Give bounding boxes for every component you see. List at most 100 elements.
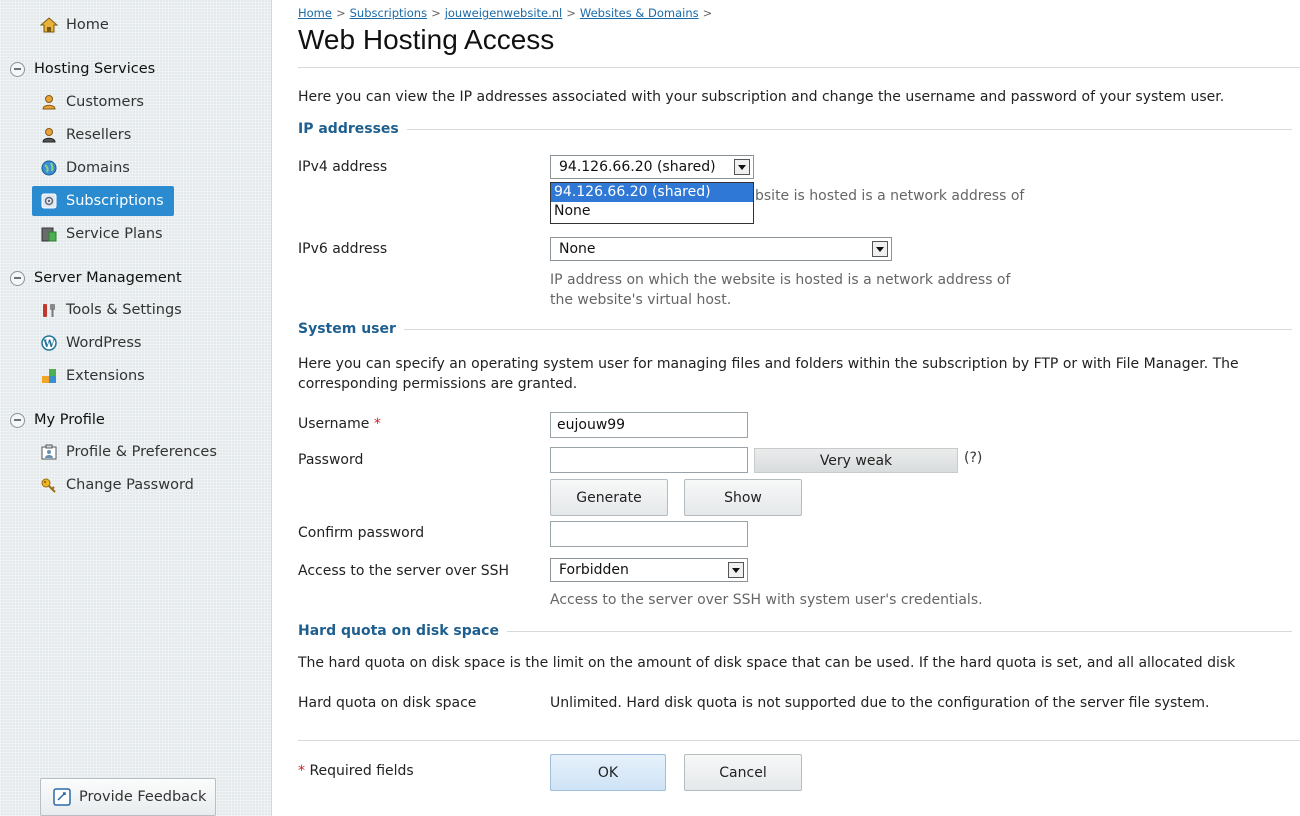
extensions-icon <box>40 367 58 385</box>
password-strength-label: Very weak <box>819 452 893 469</box>
section-hard-quota: Hard quota on disk space <box>298 623 1292 639</box>
sidebar-item-home[interactable]: Home <box>40 10 109 40</box>
breadcrumb-separator: > <box>335 6 346 20</box>
show-label: Show <box>724 489 762 506</box>
sidebar-item-label: Resellers <box>66 127 132 143</box>
sidebar-item-tools[interactable]: Tools & Settings <box>40 295 182 325</box>
confirm-password-label: Confirm password <box>298 525 425 541</box>
required-mark: * <box>298 763 305 779</box>
ssh-access-select[interactable]: Forbidden <box>550 558 748 582</box>
ipv4-selected-value: 94.126.66.20 (shared) <box>559 159 716 175</box>
sidebar-item-label: Customers <box>66 94 144 110</box>
ok-label: OK <box>597 764 619 781</box>
provide-feedback-button[interactable]: Provide Feedback <box>40 778 216 816</box>
chevron-down-icon[interactable] <box>872 241 888 257</box>
section-system-user: System user <box>298 321 1292 337</box>
section-divider <box>406 128 1292 130</box>
ipv6-hint-line-1: IP address on which the website is hoste… <box>550 272 1011 288</box>
section-title: Hard quota on disk space <box>298 623 499 639</box>
subscriptions-icon <box>40 192 58 210</box>
main-content: Home > Subscriptions > jouweigenwebsite.nl > W… <box>272 0 1300 816</box>
ok-button[interactable]: OK <box>550 754 666 791</box>
ipv6-hint-line-2: the website's virtual host. <box>550 292 732 308</box>
breadcrumb-subscriptions[interactable]: Subscriptions <box>350 6 427 20</box>
breadcrumb-site[interactable]: jouweigenwebsite.nl <box>445 6 563 20</box>
sidebar-item-label: WordPress <box>66 335 142 351</box>
footer-divider <box>298 740 1300 741</box>
breadcrumb: Home > Subscriptions > jouweigenwebsite.nl > W… <box>298 6 716 20</box>
sidebar-group-label: Server Management <box>34 270 182 286</box>
chevron-down-icon[interactable] <box>734 159 750 175</box>
sidebar-item-domains[interactable]: Domains <box>40 153 130 183</box>
sidebar-item-label: Home <box>66 17 109 33</box>
tools-icon <box>40 301 58 319</box>
sidebar-group-profile[interactable]: My Profile <box>10 405 105 435</box>
sidebar-item-label: Domains <box>66 160 130 176</box>
globe-icon <box>40 159 58 177</box>
confirm-password-input[interactable] <box>550 521 748 547</box>
sidebar-item-resellers[interactable]: Resellers <box>40 120 131 150</box>
sidebar-item-change-password[interactable]: Change Password <box>40 470 194 500</box>
ipv4-hint: bsite is hosted is a network address of <box>755 188 1025 204</box>
section-ip-addresses: IP addresses <box>298 121 1292 137</box>
wordpress-icon: W <box>40 334 58 352</box>
ssh-access-hint: Access to the server over SSH with syste… <box>550 592 983 608</box>
password-help-link[interactable]: (?) <box>964 450 982 466</box>
svg-text:W: W <box>42 339 55 350</box>
chevron-down-icon[interactable] <box>728 562 744 578</box>
required-mark: * <box>373 416 381 432</box>
breadcrumb-separator: > <box>566 6 576 20</box>
password-strength-meter: Very weak <box>754 448 958 473</box>
profile-icon <box>40 443 58 461</box>
generate-password-button[interactable]: Generate <box>550 479 668 516</box>
hard-quota-description: The hard quota on disk space is the limi… <box>298 655 1236 671</box>
collapse-icon[interactable] <box>10 61 25 77</box>
username-value: eujouw99 <box>557 417 626 433</box>
sidebar-group-hosting[interactable]: Hosting Services <box>10 54 155 84</box>
ipv6-label: IPv6 address <box>298 241 388 257</box>
sidebar-group-server[interactable]: Server Management <box>10 263 182 293</box>
home-icon <box>40 16 58 34</box>
hard-quota-value: Unlimited. Hard disk quota is not suppor… <box>550 695 1210 711</box>
key-icon <box>40 476 58 494</box>
ipv4-dropdown-list: 94.126.66.20 (shared) None <box>550 182 754 224</box>
system-user-description-1: Here you can specify an operating system… <box>298 356 1239 372</box>
sidebar-group-label: Hosting Services <box>34 61 156 77</box>
section-title: System user <box>298 321 396 337</box>
password-input[interactable] <box>550 447 748 473</box>
breadcrumb-websites-domains[interactable]: Websites & Domains <box>580 6 699 20</box>
ssh-access-label: Access to the server over SSH <box>298 563 510 579</box>
breadcrumb-separator: > <box>431 6 441 20</box>
sidebar-item-service-plans[interactable]: Service Plans <box>40 219 163 249</box>
required-fields-note: * Required fields <box>298 763 414 779</box>
sidebar: Home Hosting Services Customers Reseller… <box>0 0 272 816</box>
collapse-icon[interactable] <box>10 270 25 286</box>
ipv4-label: IPv4 address <box>298 159 388 175</box>
service-plans-icon <box>40 225 58 243</box>
ipv6-select[interactable]: None <box>550 237 892 261</box>
reseller-icon <box>40 126 58 144</box>
sidebar-item-profile-preferences[interactable]: Profile & Preferences <box>40 437 217 467</box>
sidebar-item-customers[interactable]: Customers <box>40 87 144 117</box>
dropdown-option[interactable]: None <box>551 202 753 221</box>
sidebar-item-label: Tools & Settings <box>66 302 182 318</box>
username-label: Username * <box>298 416 381 432</box>
section-title: IP addresses <box>298 121 399 137</box>
page-intro: Here you can view the IP addresses assoc… <box>298 89 1225 105</box>
collapse-icon[interactable] <box>10 412 25 428</box>
show-password-button[interactable]: Show <box>684 479 802 516</box>
sidebar-item-extensions[interactable]: Extensions <box>40 361 145 391</box>
username-label-text: Username <box>298 416 370 432</box>
hard-quota-label: Hard quota on disk space <box>298 695 477 711</box>
cancel-button[interactable]: Cancel <box>684 754 802 791</box>
title-divider <box>298 67 1300 68</box>
breadcrumb-home[interactable]: Home <box>298 6 332 20</box>
ipv4-select[interactable]: 94.126.66.20 (shared) <box>550 155 754 179</box>
section-divider <box>506 630 1292 632</box>
sidebar-item-subscriptions[interactable]: Subscriptions <box>32 186 174 216</box>
password-label: Password <box>298 452 364 468</box>
dropdown-option[interactable]: 94.126.66.20 (shared) <box>551 183 753 202</box>
sidebar-item-label: Extensions <box>66 368 145 384</box>
username-input[interactable]: eujouw99 <box>550 412 748 438</box>
sidebar-item-wordpress[interactable]: W WordPress <box>40 328 141 358</box>
